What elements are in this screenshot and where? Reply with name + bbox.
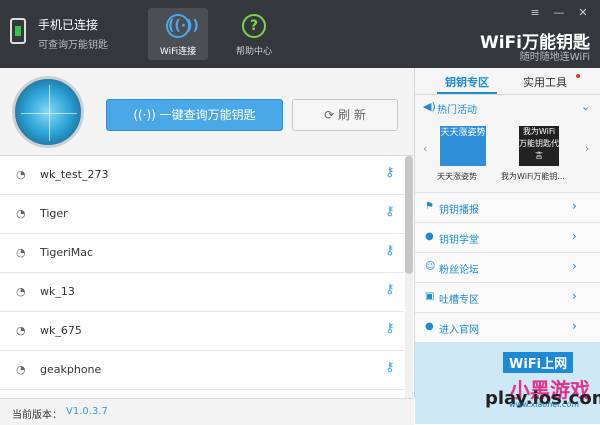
phone-status: 手机已连接: [38, 18, 99, 32]
sidebar: 钥钥专区 实用工具 ◀) 热门活动 ⌄ ‹ 天天涨姿势 我为WiFi万能钥匙代言…: [415, 68, 600, 424]
brand-slogan: 随时随地连WiFi: [519, 52, 590, 63]
wifi-signal-icon: ((·)): [133, 108, 160, 122]
wifi-name: wk_675: [40, 324, 82, 337]
smile-icon: ☺: [425, 261, 436, 272]
chat-icon: ▣: [425, 291, 435, 302]
title-bar: 手机已连接 可查询万能钥匙 ((·)) WiFi连接 ? 帮助中心 ≡ — ✕ …: [0, 0, 600, 68]
sidebar-item-forum[interactable]: ☺ 粉丝论坛 ›: [415, 252, 600, 282]
radar-icon: [12, 76, 84, 148]
refresh-icon: ⟳: [324, 108, 339, 122]
watermark-site: www.xiaohei.com: [509, 400, 580, 409]
tab-key-zone[interactable]: 钥钥专区: [445, 74, 489, 90]
version-value: V1.0.3.7: [66, 406, 108, 417]
promo-carousel: ‹ 天天涨姿势 我为WiFi万能钥匙代言 天天涨姿势 我为WiFi万能钥... …: [415, 120, 600, 186]
chevron-right-icon: ›: [572, 289, 577, 303]
key-icon[interactable]: ⚷: [385, 204, 395, 219]
wifi-row[interactable]: ◔ wk_13 ⚷: [0, 273, 404, 312]
scrollbar-thumb[interactable]: [405, 156, 413, 274]
wifi-name: wk_test_273: [40, 168, 109, 181]
wifi-list-scrollbar[interactable]: [405, 156, 413, 398]
wifi-tower-icon: ((·)): [166, 14, 199, 38]
wifi-panel: ((·)) 一键查询万能钥匙 ⟳ 刷 新 ◔ wk_test_273 ⚷ ◔ T…: [0, 68, 415, 398]
chevron-right-icon[interactable]: ›: [585, 142, 589, 155]
phone-sub-status: 可查询万能钥匙: [38, 40, 108, 51]
key-icon[interactable]: ⚷: [385, 282, 395, 297]
help-icon: ?: [242, 14, 266, 38]
notification-dot: [576, 74, 580, 78]
wifi-signal-icon: ◔: [16, 363, 26, 376]
sidebar-tabs: 钥钥专区 实用工具: [415, 68, 600, 95]
promo-caption-2[interactable]: 我为WiFi万能钥...: [501, 171, 565, 182]
wifi-name: wk_13: [40, 285, 75, 298]
key-icon[interactable]: ⚷: [385, 321, 395, 336]
banner-text: WiFi上网: [503, 352, 574, 373]
sidebar-item-complaints[interactable]: ▣ 吐槽专区 ›: [415, 282, 600, 312]
phone-icon: [10, 18, 26, 44]
minimize-icon[interactable]: —: [551, 6, 567, 19]
sidebar-item-label: 钥钥学堂: [439, 235, 479, 246]
tab-wifi-connect-label: WiFi连接: [159, 47, 197, 57]
key-icon[interactable]: ⚷: [385, 165, 395, 180]
tab-help-center-label: 帮助中心: [235, 47, 272, 57]
promo-card-2[interactable]: 我为WiFi万能钥匙代言: [519, 126, 559, 166]
speaker-icon: ◀): [423, 100, 436, 113]
chevron-right-icon: ›: [572, 199, 577, 213]
refresh-button[interactable]: ⟳ 刷 新: [292, 99, 398, 131]
scan-header: ((·)) 一键查询万能钥匙 ⟳ 刷 新: [0, 68, 414, 156]
chevron-right-icon: ›: [572, 319, 577, 333]
wifi-signal-icon: ◔: [16, 285, 26, 298]
wifi-signal-icon: ◔: [16, 246, 26, 259]
hot-activities-header[interactable]: ◀) 热门活动 ⌄: [415, 98, 600, 118]
sidebar-item-school[interactable]: ● 钥钥学堂 ›: [415, 222, 600, 252]
wifi-list: ◔ wk_test_273 ⚷ ◔ Tiger ⚷ ◔ TigeriMac ⚷ …: [0, 156, 404, 390]
close-icon[interactable]: ✕: [575, 6, 591, 19]
query-keys-label: 一键查询万能钥匙: [159, 108, 256, 122]
promo-card-1[interactable]: 天天涨姿势: [440, 126, 486, 166]
wifi-row[interactable]: ◔ wk_675 ⚷: [0, 312, 404, 351]
chevron-right-icon: ›: [572, 259, 577, 273]
wifi-signal-icon: ◔: [16, 324, 26, 337]
wifi-row[interactable]: ◔ wk_test_273 ⚷: [0, 156, 404, 195]
wifi-row[interactable]: ◔ geakphone ⚷: [0, 351, 404, 390]
menu-icon[interactable]: ≡: [527, 6, 543, 19]
tab-help-center[interactable]: ? 帮助中心: [224, 8, 284, 60]
flag-icon: ⚑: [425, 201, 434, 212]
user-icon: ●: [425, 231, 434, 242]
sidebar-item-label: 粉丝论坛: [439, 265, 479, 276]
chevron-left-icon[interactable]: ‹: [423, 142, 427, 155]
refresh-label: 刷 新: [338, 108, 366, 122]
sidebar-item-broadcast[interactable]: ⚑ 钥钥播报 ›: [415, 192, 600, 222]
sidebar-item-label: 吐槽专区: [439, 295, 479, 306]
wifi-row[interactable]: ◔ Tiger ⚷: [0, 195, 404, 234]
wifi-name: Tiger: [40, 207, 68, 220]
chevron-down-icon[interactable]: ⌄: [581, 100, 590, 113]
hot-activities-title: 热门活动: [437, 105, 477, 116]
chevron-right-icon: ›: [572, 229, 577, 243]
wifi-signal-icon: ◔: [16, 207, 26, 220]
key-icon[interactable]: ⚷: [385, 360, 395, 375]
status-bar: 当前版本： V1.0.3.7: [0, 398, 414, 425]
sidebar-item-label: 钥钥播报: [439, 205, 479, 216]
promo-caption-1[interactable]: 天天涨姿势: [437, 171, 477, 182]
wifi-row[interactable]: ◔ TigeriMac ⚷: [0, 234, 404, 273]
wifi-name: TigeriMac: [40, 246, 94, 259]
sidebar-menu: ⚑ 钥钥播报 › ● 钥钥学堂 › ☺ 粉丝论坛 › ▣ 吐槽专区 › ● 进入…: [415, 192, 600, 342]
user-icon: ●: [425, 321, 434, 332]
wifi-name: geakphone: [40, 363, 102, 376]
promo-banner[interactable]: WiFi上网 小黑游戏 play.ios.com www.xiaohei.com: [415, 342, 600, 424]
version-label: 当前版本：: [12, 410, 62, 421]
tab-wifi-connect[interactable]: ((·)) WiFi连接: [148, 8, 208, 60]
wifi-signal-icon: ◔: [16, 168, 26, 181]
tab-tools[interactable]: 实用工具: [523, 74, 567, 90]
key-icon[interactable]: ⚷: [385, 243, 395, 258]
active-tab-indicator: [437, 92, 497, 94]
query-keys-button[interactable]: ((·)) 一键查询万能钥匙: [106, 99, 283, 131]
sidebar-item-label: 进入官网: [439, 325, 479, 336]
sidebar-item-website[interactable]: ● 进入官网 ›: [415, 312, 600, 342]
